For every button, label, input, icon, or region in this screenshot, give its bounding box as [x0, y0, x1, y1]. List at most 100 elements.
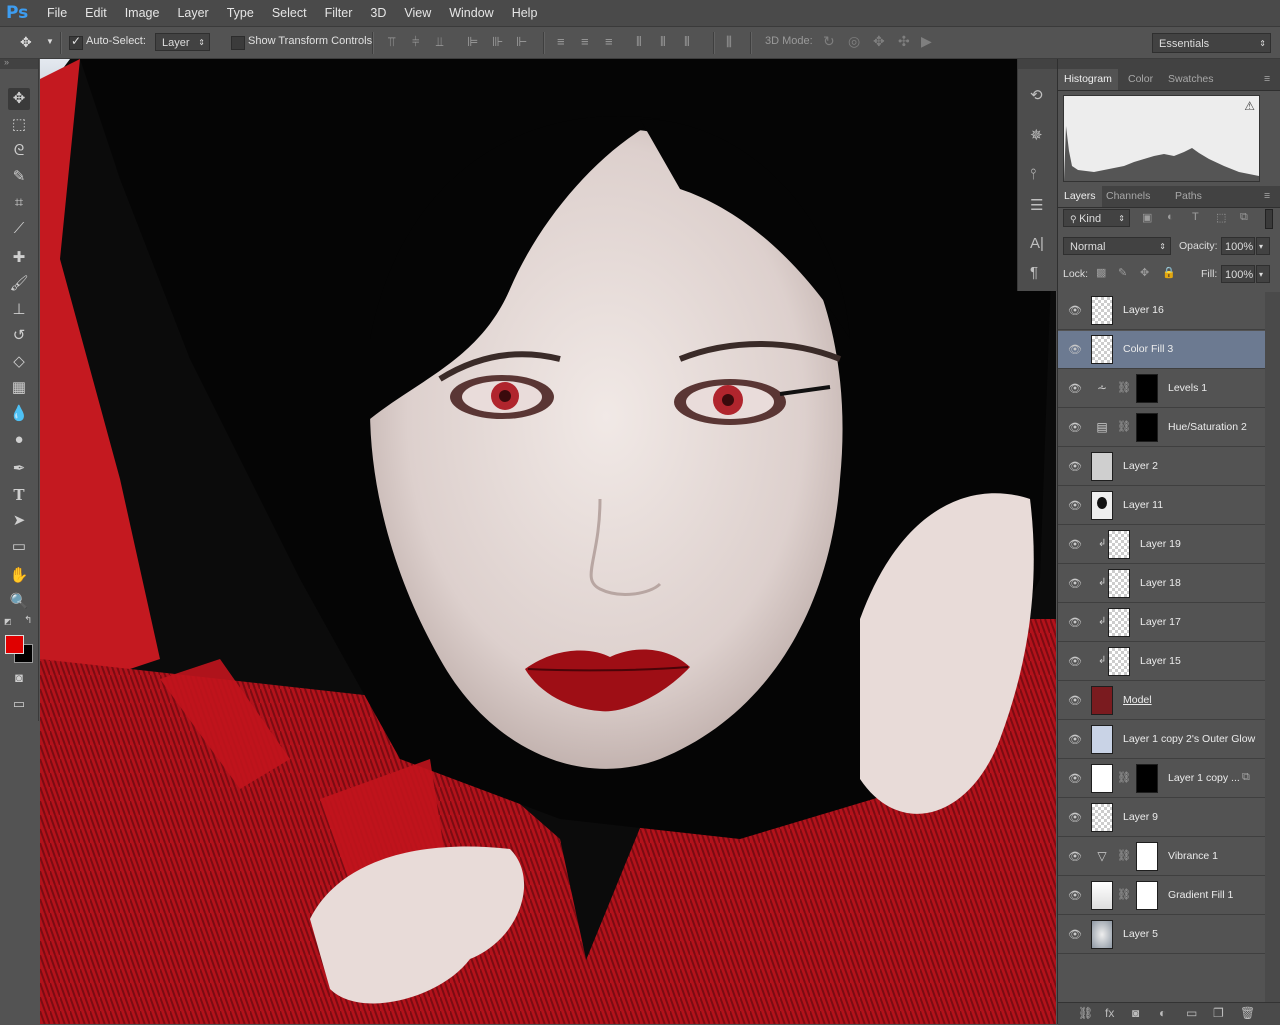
tab-channels[interactable]: Channels	[1100, 186, 1156, 207]
paragraph-icon[interactable]: ¶	[1030, 264, 1038, 281]
panel-menu-icon[interactable]: ≡	[1258, 186, 1276, 207]
foreground-color-swatch[interactable]	[5, 635, 24, 654]
visibility-eye-icon[interactable]: 👁	[1068, 694, 1082, 707]
auto-select-dropdown[interactable]: Layer ⇕	[155, 33, 210, 51]
gradient-tool-icon[interactable]: ▦	[8, 377, 30, 399]
lock-position-icon[interactable]: ✥	[1140, 266, 1149, 279]
visibility-eye-icon[interactable]: 👁	[1068, 616, 1082, 629]
tab-histogram[interactable]: Histogram	[1058, 69, 1118, 90]
visibility-eye-icon[interactable]: 👁	[1068, 499, 1082, 512]
layer-row[interactable]: 👁 ⛓ Layer 1 copy ... ⧉	[1058, 760, 1265, 798]
menu-help[interactable]: Help	[503, 6, 547, 20]
layers-scrollbar[interactable]	[1265, 292, 1280, 1002]
properties-icon[interactable]: ☰	[1030, 196, 1043, 214]
menu-layer[interactable]: Layer	[168, 6, 217, 20]
icon-strip-header[interactable]	[1018, 59, 1057, 69]
align-bottom-icon[interactable]: ⫫	[436, 34, 443, 50]
layer-mask-thumbnail[interactable]	[1136, 881, 1158, 910]
visibility-eye-icon[interactable]: 👁	[1068, 733, 1082, 746]
3d-slide-icon[interactable]: ✣	[898, 33, 910, 50]
new-layer-icon[interactable]: ❐	[1213, 1006, 1224, 1020]
layer-row[interactable]: 👁 Layer 16	[1058, 292, 1265, 330]
screen-mode-icon[interactable]: ▭	[8, 693, 30, 715]
lock-pixels-icon[interactable]: ✎	[1118, 266, 1127, 279]
visibility-eye-icon[interactable]: 👁	[1068, 304, 1082, 317]
tab-layers[interactable]: Layers	[1058, 186, 1102, 207]
adjustment-icon[interactable]: ◐	[1159, 1006, 1166, 1020]
layer-row[interactable]: 👁 ↲ Layer 15	[1058, 643, 1265, 681]
layer-row[interactable]: 👁 ⩪ ⛓ Levels 1	[1058, 370, 1265, 408]
fx-icon[interactable]: fx	[1105, 1006, 1114, 1020]
visibility-eye-icon[interactable]: 👁	[1068, 655, 1082, 668]
move-tool-icon[interactable]: ✥	[20, 34, 32, 51]
character-icon[interactable]: A|	[1030, 235, 1044, 252]
filter-smart-icon[interactable]: ⧉	[1240, 211, 1248, 224]
healing-brush-icon[interactable]: ✚	[8, 247, 30, 269]
visibility-eye-icon[interactable]: 👁	[1068, 382, 1082, 395]
auto-select-checkbox[interactable]: ✓	[69, 34, 83, 50]
document-canvas[interactable]	[40, 59, 1056, 1024]
collapse-icon[interactable]: »	[4, 57, 9, 67]
filter-shape-icon[interactable]: ⬚	[1216, 211, 1226, 224]
mask-icon[interactable]: ◙	[1132, 1006, 1139, 1020]
panel-menu-icon[interactable]: ≡	[1258, 69, 1276, 90]
tab-color[interactable]: Color	[1122, 69, 1159, 90]
fill-slider-toggle[interactable]: ▾	[1256, 265, 1270, 283]
link-icon[interactable]: ⛓	[1078, 1006, 1093, 1020]
layer-filter-dropdown[interactable]: ⚲ Kind ⇕	[1063, 209, 1130, 227]
menu-3d[interactable]: 3D	[361, 6, 395, 20]
filter-type-icon[interactable]: T	[1192, 211, 1199, 223]
distribute-right-icon[interactable]: ⦀	[684, 34, 690, 50]
tab-swatches[interactable]: Swatches	[1162, 69, 1220, 90]
distribute-top-icon[interactable]: ≡	[557, 34, 565, 49]
layer-row[interactable]: 👁 ▽ ⛓ Vibrance 1	[1058, 838, 1265, 876]
opacity-slider-toggle[interactable]: ▾	[1256, 237, 1270, 255]
visibility-eye-icon[interactable]: 👁	[1068, 772, 1082, 785]
3d-roll-icon[interactable]: ◎	[848, 33, 860, 50]
eraser-tool-icon[interactable]: ◇	[8, 351, 30, 373]
layer-mask-thumbnail[interactable]	[1136, 764, 1158, 793]
panel-dock-header[interactable]	[1058, 59, 1280, 69]
link-icon[interactable]: ⛓	[1117, 849, 1131, 862]
tool-preset-dropdown-icon[interactable]: ▼	[46, 37, 54, 46]
distribute-bottom-icon[interactable]: ≡	[605, 34, 613, 49]
history-brush-icon[interactable]: ↺	[8, 325, 30, 347]
layer-row[interactable]: 👁 ↲ Layer 19	[1058, 526, 1265, 564]
layer-row[interactable]: 👁 ↲ Layer 18	[1058, 565, 1265, 603]
menu-file[interactable]: File	[38, 6, 76, 20]
distribute-vcenter-icon[interactable]: ≡	[581, 34, 589, 49]
menu-select[interactable]: Select	[263, 6, 316, 20]
blur-tool-icon[interactable]: 💧	[8, 403, 30, 425]
rectangle-tool-icon[interactable]: ▭	[8, 536, 30, 558]
align-vcenter-icon[interactable]: ⫩	[412, 34, 419, 50]
menu-image[interactable]: Image	[116, 6, 169, 20]
folder-icon[interactable]: ▭	[1186, 1006, 1197, 1020]
menu-view[interactable]: View	[395, 6, 440, 20]
layer-row[interactable]: 👁 Layer 9	[1058, 799, 1265, 837]
distribute-left-icon[interactable]: ⦀	[636, 34, 642, 50]
link-icon[interactable]: ⛓	[1117, 771, 1131, 784]
layer-row[interactable]: 👁 ▤ ⛓ Hue/Saturation 2	[1058, 409, 1265, 447]
layer-row[interactable]: 👁 Model	[1058, 682, 1265, 720]
visibility-eye-icon[interactable]: 👁	[1068, 421, 1082, 434]
distribute-hcenter-icon[interactable]: ⦀	[660, 34, 666, 50]
crop-tool-icon[interactable]: ⌗	[8, 192, 30, 214]
move-tool-icon[interactable]: ✥	[8, 88, 30, 110]
blend-mode-dropdown[interactable]: Normal ⇕	[1063, 237, 1171, 255]
link-icon[interactable]: ⛓	[1117, 888, 1131, 901]
lasso-tool-icon[interactable]: ᘓ	[8, 140, 30, 162]
visibility-eye-icon[interactable]: 👁	[1068, 538, 1082, 551]
marquee-tool-icon[interactable]: ⬚	[8, 114, 30, 136]
visibility-eye-icon[interactable]: 👁	[1068, 460, 1082, 473]
tab-paths[interactable]: Paths	[1169, 186, 1208, 207]
auto-align-icon[interactable]: ⫼	[726, 34, 732, 50]
eyedropper-tool-icon[interactable]: ⟋	[8, 218, 30, 240]
3d-pan-icon[interactable]: ✥	[873, 33, 885, 50]
lock-all-icon[interactable]: 🔒	[1162, 266, 1176, 279]
path-selection-icon[interactable]: ➤	[8, 510, 30, 532]
navigator-icon[interactable]: ✵	[1030, 126, 1043, 144]
layer-row[interactable]: 👁 Layer 5	[1058, 916, 1265, 954]
3d-scale-icon[interactable]: ▶	[921, 33, 932, 50]
pen-tool-icon[interactable]: ✒	[8, 458, 30, 480]
clone-stamp-icon[interactable]: ⊥	[8, 299, 30, 321]
